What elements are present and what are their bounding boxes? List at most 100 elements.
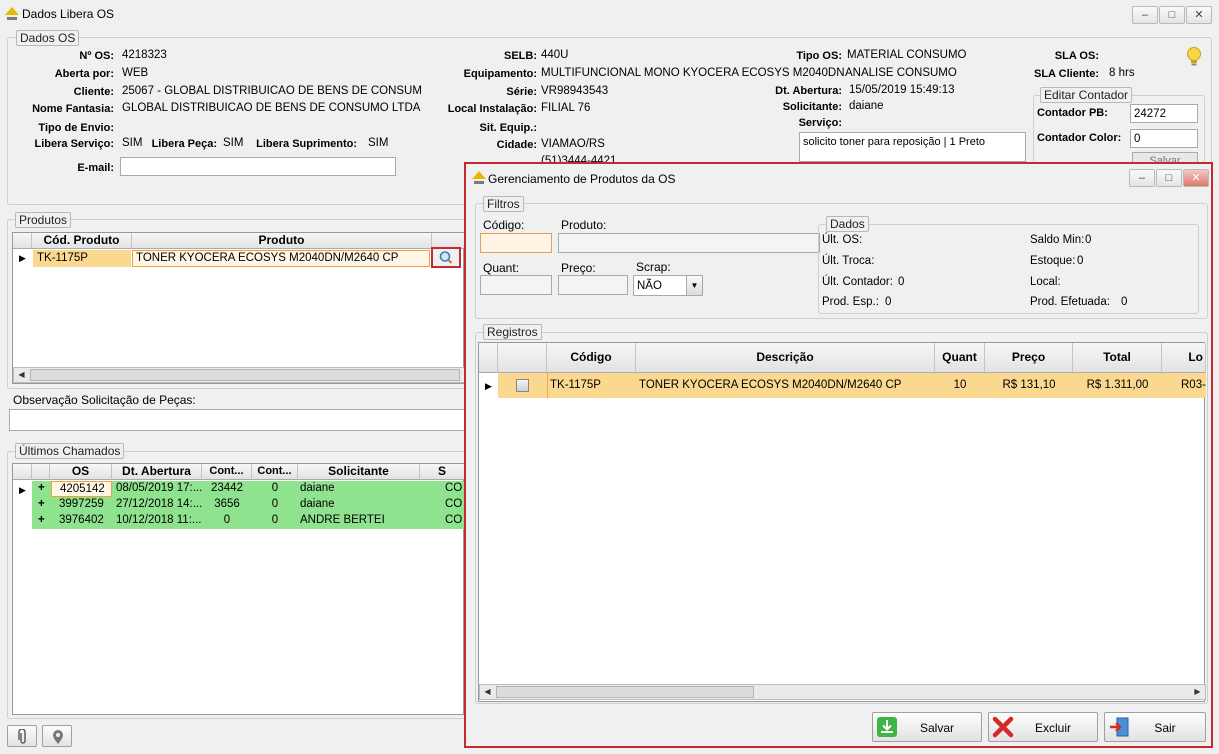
col-solicitante[interactable]: Solicitante [298,464,420,480]
window-title: Dados Libera OS [22,7,115,21]
produto-label: Produto: [561,218,607,232]
produtos-scrollbar[interactable]: ◀ [13,367,465,383]
sit-equip-label: Sit. Equip.: [479,122,537,134]
quant-input[interactable] [480,275,552,295]
prod-esp-value: 0 [885,296,892,308]
col-cod-produto[interactable]: Cód. Produto [32,233,132,249]
expand-icon[interactable]: + [38,482,45,494]
tipo-os-value: MATERIAL CONSUMO [847,49,967,61]
col-quant[interactable]: Quant [935,343,985,373]
preco-input[interactable] [558,275,628,295]
solicitante-label: Solicitante: [782,101,842,113]
expand-icon[interactable]: + [38,498,45,510]
app-logo-icon [472,171,486,184]
selb-value: 440U [541,49,569,61]
col-dt-abertura[interactable]: Dt. Abertura [112,464,202,480]
col-os[interactable]: OS [50,464,112,480]
dt-abertura-label: Dt. Abertura: [775,85,842,97]
tipo-os-label: Tipo OS: [796,50,842,62]
registros-scrollbar[interactable]: ◀ ▶ [479,684,1206,700]
cell-cod-produto[interactable]: TK-1175P [33,250,131,267]
attach-button[interactable] [7,725,37,747]
contador-pb-input[interactable]: 24272 [1130,104,1198,123]
col-cont-2[interactable]: Cont... [252,464,298,480]
equipamento-value: MULTIFUNCIONAL MONO KYOCERA ECOSYS M2040… [541,67,845,79]
cell-local[interactable]: R03- [1181,379,1206,391]
cell-total[interactable]: R$ 1.311,00 [1073,379,1162,391]
scroll-right-icon[interactable]: ▶ [1190,685,1205,699]
cell-codigo[interactable]: TK-1175P [550,379,635,391]
sla-cliente-value: 8 hrs [1109,67,1135,79]
email-input[interactable] [120,157,396,176]
equipamento-label: Equipamento: [463,68,537,80]
scroll-left-icon[interactable]: ◀ [480,685,495,699]
row-selector-icon: ▶ [19,253,26,263]
quant-label: Quant: [483,261,520,275]
chevron-down-icon[interactable]: ▼ [686,276,702,295]
excluir-button[interactable]: Excluir [988,712,1098,742]
maximize-button[interactable]: □ [1159,6,1185,24]
table-row[interactable]: TK-1175P TONER KYOCERA ECOSYS M2040DN/M2… [498,373,1206,398]
nome-fantasia-value: GLOBAL DISTRIBUICAO DE BENS DE CONSUMO L… [122,102,421,114]
servico-textarea[interactable]: solicito toner para reposição | 1 Preto [799,132,1026,162]
salvar-button-label: Salvar [919,721,954,735]
dialog-close-button[interactable]: ✕ [1183,169,1209,187]
scrap-select[interactable]: NÃO ▼ [633,275,703,296]
col-preco[interactable]: Preço [985,343,1073,373]
registros-legend: Registros [483,324,542,340]
libera-servico-value: SIM [122,137,143,149]
serie-value: VR98943543 [541,85,609,97]
observacao-label: Observação Solicitação de Peças: [13,393,196,407]
cell-dt: 27/12/2018 14:... [116,498,202,510]
cidade-value: VIAMAO/RS [541,138,605,150]
close-button[interactable]: ✕ [1186,6,1212,24]
cell-cont1: 23442 [211,482,243,494]
col-s[interactable]: S [420,464,465,480]
location-button[interactable] [42,725,72,747]
ult-contador-value: 0 [898,276,905,288]
dialog-minimize-button[interactable]: – [1129,169,1155,187]
salvar-contador-button[interactable]: Salvar [1132,152,1198,162]
table-row[interactable]: + 4205142 08/05/2019 17:... 23442 0 daia… [32,481,465,497]
col-local[interactable]: Lo [1162,343,1206,373]
salvar-button[interactable]: Salvar [872,712,982,742]
codigo-input[interactable] [480,233,552,253]
cell-solicitante: daiane [300,482,335,494]
col-codigo[interactable]: Código [547,343,636,373]
prod-efetuada-label: Prod. Efetuada: [1030,296,1110,308]
col-cont-1[interactable]: Cont... [202,464,252,480]
cell-cont2: 0 [271,498,279,510]
cell-preco[interactable]: R$ 131,10 [985,379,1073,391]
table-row[interactable]: + 3997259 27/12/2018 14:... 3656 0 daian… [32,497,465,513]
scroll-thumb[interactable] [496,686,754,698]
expand-icon[interactable]: + [38,514,45,526]
minimize-button[interactable]: – [1132,6,1158,24]
table-row[interactable]: + 3976402 10/12/2018 11:... 0 0 ANDRE BE… [32,513,465,529]
col-total[interactable]: Total [1073,343,1162,373]
produtos-grid: Cód. Produto Produto ▶ TK-1175P TONER KY… [12,232,465,384]
libera-peca-label: Libera Peça: [151,138,217,150]
cell-produto[interactable]: TONER KYOCERA ECOSYS M2040DN/M2640 CP [132,250,430,267]
observacao-input[interactable] [9,409,467,431]
scroll-left-icon[interactable]: ◀ [14,368,29,382]
tipo-os-sub-value: ANALISE CONSUMO [845,67,957,79]
col-descricao[interactable]: Descrição [636,343,935,373]
dialog-maximize-button[interactable]: □ [1156,169,1182,187]
cell-quant[interactable]: 10 [935,379,985,391]
cell-descricao[interactable]: TONER KYOCERA ECOSYS M2040DN/M2640 CP [639,379,935,391]
cell-os[interactable]: 4205142 [51,481,112,497]
scroll-thumb[interactable] [30,369,460,381]
col-check [498,343,547,373]
cell-dt: 08/05/2019 17:... [116,482,202,494]
map-pin-icon [53,730,63,744]
cliente-label: Cliente: [73,86,114,98]
contador-color-input[interactable]: 0 [1130,129,1198,148]
search-produto-button[interactable] [431,247,461,268]
row-checkbox[interactable] [516,379,529,392]
col-produto[interactable]: Produto [132,233,432,249]
grid-corner [13,233,32,249]
sair-button[interactable]: Sair [1104,712,1206,742]
aberta-por-value: WEB [122,67,149,79]
email-label: E-mail: [77,162,114,174]
produto-input[interactable] [558,233,820,253]
